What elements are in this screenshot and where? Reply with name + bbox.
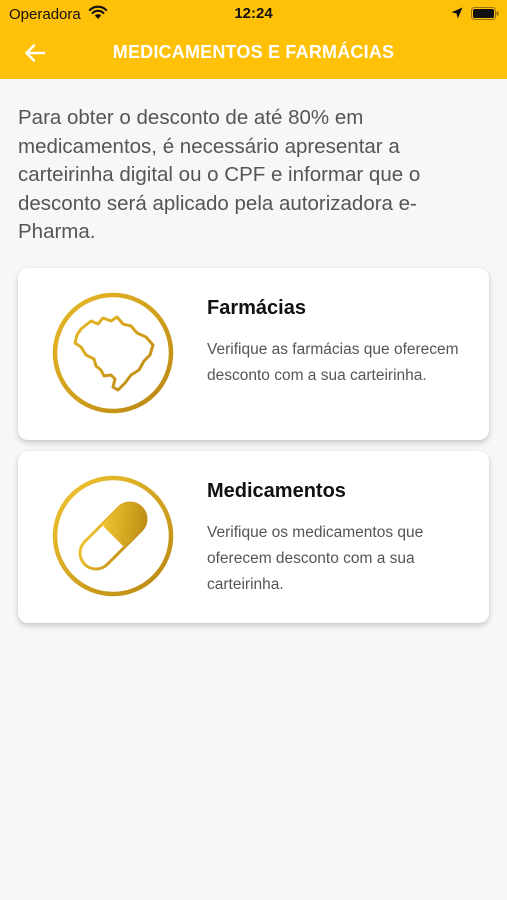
medications-card[interactable]: Medicamentos Verifique os medicamentos q…: [18, 451, 489, 623]
card-title: Medicamentos: [207, 480, 346, 502]
card-description: Verifique os medicamentos que oferecem d…: [207, 524, 424, 593]
pill-capsule-icon: [52, 475, 174, 597]
clock: 12:24: [234, 5, 273, 22]
status-bar: Operadora 12:24: [0, 0, 507, 28]
brazil-map-icon: [52, 292, 174, 414]
pharmacies-card[interactable]: Farmácias Verifique as farmácias que ofe…: [18, 268, 489, 440]
location-arrow-icon: [451, 7, 463, 19]
card-description: Verifique as farmácias que oferecem desc…: [207, 341, 459, 384]
page-title: MEDICAMENTOS E FARMÁCIAS: [112, 42, 395, 62]
navigation-header: MEDICAMENTOS E FARMÁCIAS: [0, 28, 507, 79]
intro-text: Para obter o desconto de até 80% em medi…: [18, 106, 421, 243]
app-bar: Operadora 12:24 MEDICAMENTOS E FARMÁCIAS: [0, 0, 507, 79]
battery-icon: [471, 7, 499, 20]
card-title: Farmácias: [207, 297, 306, 319]
